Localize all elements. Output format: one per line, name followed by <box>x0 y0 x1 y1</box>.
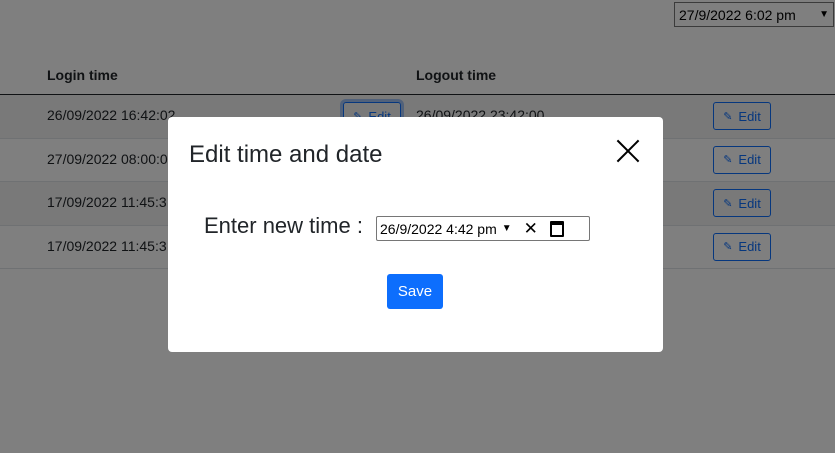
modal-title: Edit time and date <box>189 141 383 168</box>
chevron-down-icon[interactable]: ▼ <box>502 223 512 234</box>
new-datetime-input[interactable]: 26/9/2022 4:42 pm ▼ ✕ <box>376 216 590 241</box>
new-datetime-value: 26/9/2022 4:42 pm <box>380 220 497 237</box>
edit-time-modal: Edit time and date Enter new time : 26/9… <box>168 117 663 352</box>
new-time-label: Enter new time : <box>204 213 363 238</box>
save-button[interactable]: Save <box>387 274 443 309</box>
close-icon[interactable] <box>616 139 640 163</box>
clear-icon[interactable]: ✕ <box>524 219 538 239</box>
calendar-icon[interactable] <box>549 220 564 237</box>
